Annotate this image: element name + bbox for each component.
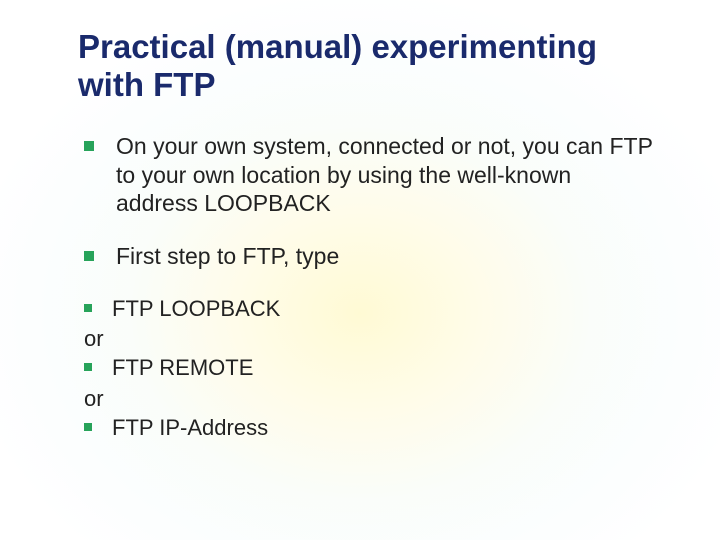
separator-text: or	[84, 386, 660, 412]
square-bullet-icon	[84, 363, 92, 371]
bullet-item: FTP REMOTE	[84, 354, 660, 382]
bullet-item: FTP LOOPBACK	[84, 295, 660, 323]
bullet-text: FTP IP-Address	[112, 414, 268, 442]
separator-text: or	[84, 326, 660, 352]
square-bullet-icon	[84, 423, 92, 431]
bullet-item: First step to FTP, type	[84, 242, 660, 271]
bullet-item: On your own system, connected or not, yo…	[84, 132, 660, 218]
bullet-text: First step to FTP, type	[116, 242, 339, 271]
bullet-text: On your own system, connected or not, yo…	[116, 132, 656, 218]
square-bullet-icon	[84, 141, 94, 151]
bullet-text: FTP LOOPBACK	[112, 295, 280, 323]
square-bullet-icon	[84, 304, 92, 312]
bullet-item: FTP IP-Address	[84, 414, 660, 442]
square-bullet-icon	[84, 251, 94, 261]
bullet-text: FTP REMOTE	[112, 354, 253, 382]
slide-title: Practical (manual) experimenting with FT…	[78, 28, 660, 104]
slide-body: On your own system, connected or not, yo…	[78, 132, 660, 442]
slide-container: Practical (manual) experimenting with FT…	[0, 0, 720, 540]
